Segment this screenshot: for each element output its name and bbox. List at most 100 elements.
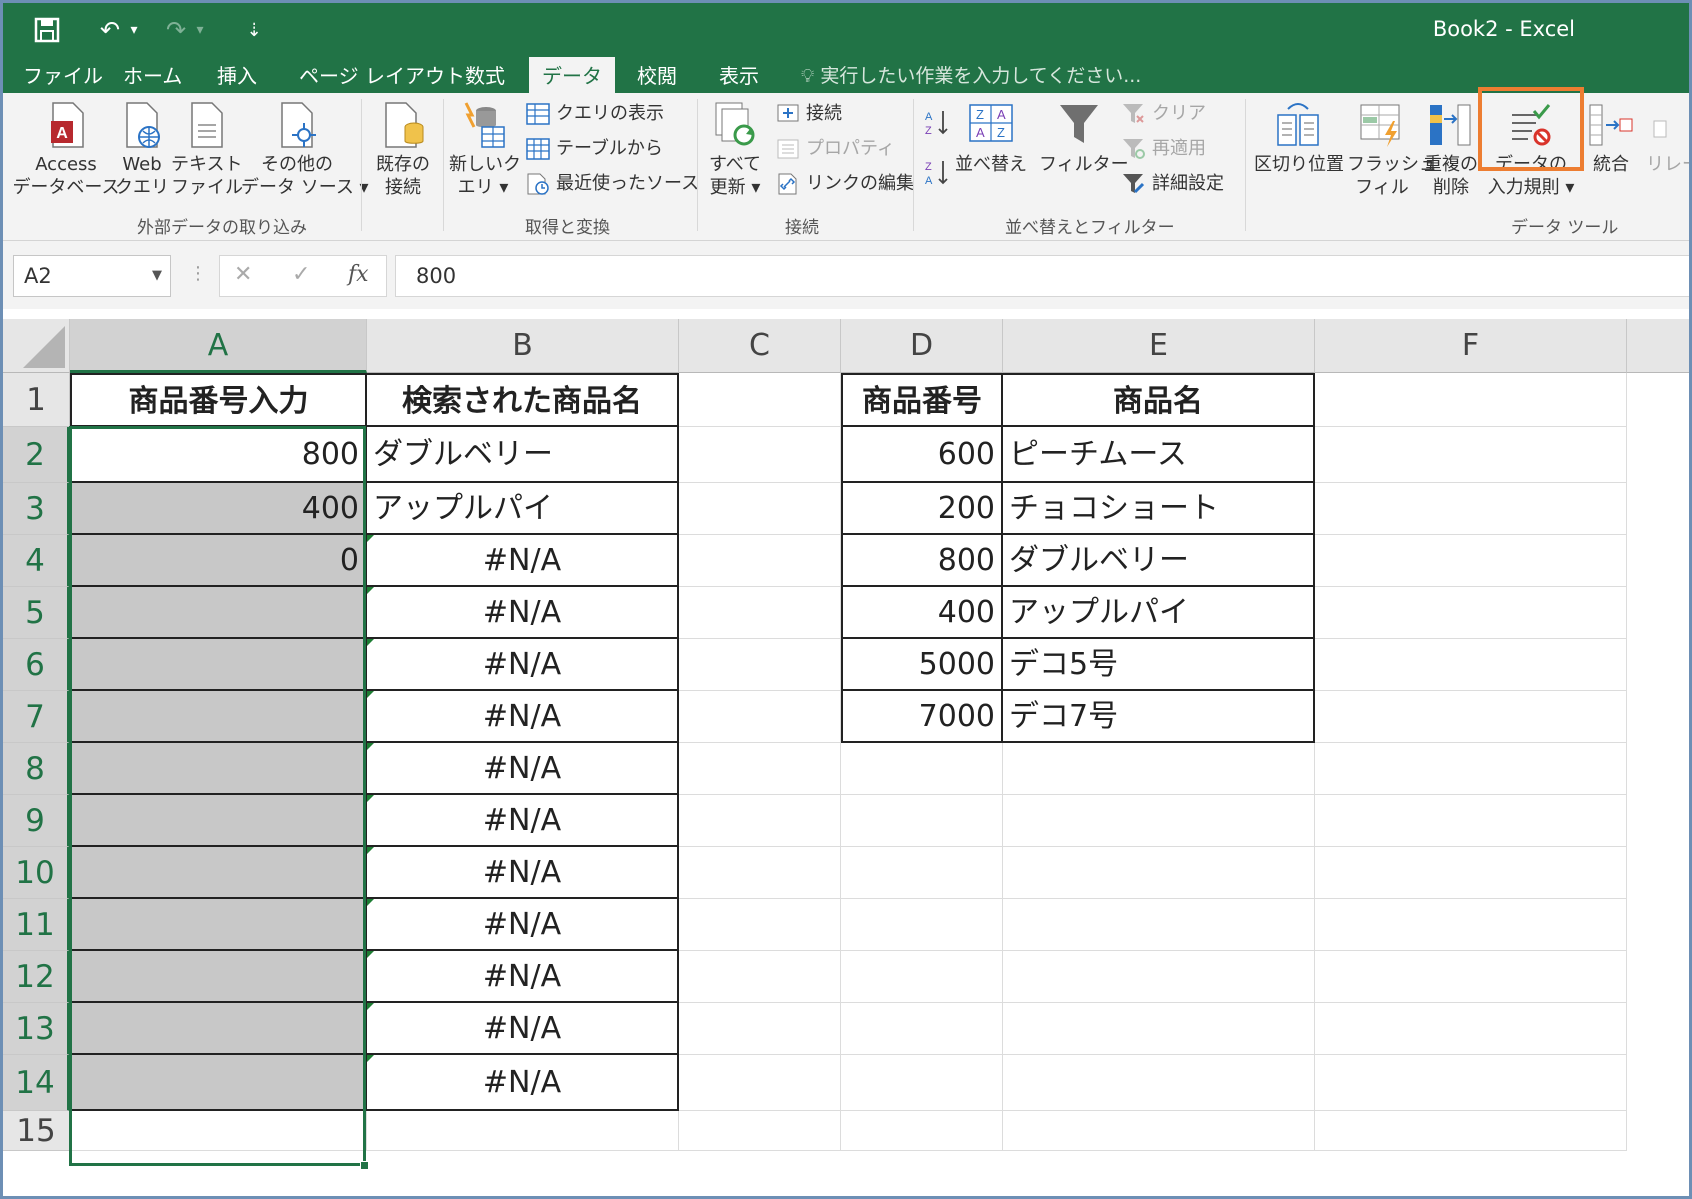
cell-e7[interactable]: デコ7号 bbox=[1003, 691, 1315, 743]
cell[interactable] bbox=[679, 951, 841, 1003]
row-header-13[interactable]: 13 bbox=[3, 1003, 70, 1055]
cell-b11[interactable]: #N/A bbox=[367, 899, 679, 951]
cell[interactable] bbox=[1315, 1055, 1627, 1111]
cell-e3[interactable]: チョコショート bbox=[1003, 483, 1315, 535]
cell[interactable] bbox=[841, 951, 1003, 1003]
cell[interactable] bbox=[841, 847, 1003, 899]
cell-e6[interactable]: デコ5号 bbox=[1003, 639, 1315, 691]
cell[interactable] bbox=[841, 795, 1003, 847]
web-query-button[interactable]: Web クエリ bbox=[113, 101, 171, 199]
formula-input[interactable]: 800 bbox=[395, 255, 1689, 297]
cell[interactable] bbox=[841, 899, 1003, 951]
row-header-11[interactable]: 11 bbox=[3, 899, 70, 951]
column-header-d[interactable]: D bbox=[841, 319, 1003, 373]
cell-a3[interactable]: 400 bbox=[70, 483, 367, 535]
reapply-button[interactable]: 再適用 bbox=[1121, 134, 1206, 164]
other-sources-button[interactable]: その他の データ ソース ▾ bbox=[241, 101, 369, 199]
column-header-b[interactable]: B bbox=[367, 319, 679, 373]
column-header-f[interactable]: F bbox=[1315, 319, 1627, 373]
row-header-15[interactable]: 15 bbox=[3, 1111, 70, 1151]
new-query-button[interactable]: 新しいク エリ ▾ bbox=[449, 101, 521, 199]
redo-dropdown-icon[interactable]: ▾ bbox=[191, 13, 209, 47]
cell-d4[interactable]: 800 bbox=[841, 535, 1003, 587]
cell[interactable] bbox=[1315, 639, 1627, 691]
cell[interactable] bbox=[841, 1111, 1003, 1151]
cell[interactable] bbox=[1315, 427, 1627, 483]
existing-connections-button[interactable]: 既存の 接続 bbox=[367, 101, 439, 199]
cell-a14[interactable] bbox=[70, 1055, 367, 1111]
cell-b9[interactable]: #N/A bbox=[367, 795, 679, 847]
cell-b8[interactable]: #N/A bbox=[367, 743, 679, 795]
error-indicator-icon[interactable] bbox=[367, 639, 374, 646]
cell[interactable] bbox=[1003, 1055, 1315, 1111]
cell-a11[interactable] bbox=[70, 899, 367, 951]
cell-b13[interactable]: #N/A bbox=[367, 1003, 679, 1055]
tab-insert[interactable]: 挿入 bbox=[211, 59, 263, 93]
cell-a5[interactable] bbox=[70, 587, 367, 639]
cell[interactable] bbox=[1315, 535, 1627, 587]
error-indicator-icon[interactable] bbox=[367, 795, 374, 802]
text-file-button[interactable]: テキスト ファイル bbox=[171, 101, 243, 199]
cell[interactable] bbox=[1003, 795, 1315, 847]
row-header-5[interactable]: 5 bbox=[3, 587, 70, 639]
redo-icon[interactable]: ↷ bbox=[161, 13, 191, 47]
row-header-4[interactable]: 4 bbox=[3, 535, 70, 587]
error-indicator-icon[interactable] bbox=[367, 587, 374, 594]
cell-d3[interactable]: 200 bbox=[841, 483, 1003, 535]
properties-button[interactable]: プロパティ bbox=[775, 134, 895, 164]
row-header-2[interactable]: 2 bbox=[3, 427, 70, 483]
cell[interactable] bbox=[1003, 899, 1315, 951]
cell[interactable] bbox=[679, 847, 841, 899]
cell[interactable] bbox=[1315, 587, 1627, 639]
cell[interactable] bbox=[679, 373, 841, 427]
cell-a13[interactable] bbox=[70, 1003, 367, 1055]
cell-e1[interactable]: 商品名 bbox=[1003, 373, 1315, 427]
column-header-g[interactable] bbox=[1627, 319, 1689, 373]
cell[interactable] bbox=[679, 743, 841, 795]
tab-data[interactable]: データ bbox=[529, 57, 615, 93]
cell-e5[interactable]: アップルパイ bbox=[1003, 587, 1315, 639]
cell-a4[interactable]: 0 bbox=[70, 535, 367, 587]
cell-d6[interactable]: 5000 bbox=[841, 639, 1003, 691]
row-header-6[interactable]: 6 bbox=[3, 639, 70, 691]
cancel-icon[interactable]: ✕ bbox=[234, 262, 252, 287]
cell[interactable] bbox=[841, 1003, 1003, 1055]
consolidate-button[interactable]: 統合 bbox=[1581, 101, 1641, 176]
error-indicator-icon[interactable] bbox=[367, 899, 374, 906]
cell[interactable] bbox=[679, 691, 841, 743]
error-indicator-icon[interactable] bbox=[367, 951, 374, 958]
chevron-down-icon[interactable]: ▼ bbox=[152, 256, 162, 296]
cell-e4[interactable]: ダブルベリー bbox=[1003, 535, 1315, 587]
connections-button[interactable]: 接続 bbox=[775, 99, 842, 129]
cell-b7[interactable]: #N/A bbox=[367, 691, 679, 743]
edit-links-button[interactable]: リンクの編集 bbox=[775, 169, 914, 199]
cell[interactable] bbox=[1315, 847, 1627, 899]
cell[interactable] bbox=[679, 795, 841, 847]
cell[interactable] bbox=[1315, 899, 1627, 951]
clear-filter-button[interactable]: クリア bbox=[1121, 99, 1206, 129]
access-database-button[interactable]: A Access データベース bbox=[11, 101, 121, 199]
text-to-columns-button[interactable]: 区切り位置 bbox=[1253, 101, 1345, 176]
sort-asc-button[interactable]: AZ bbox=[923, 107, 958, 137]
cell[interactable] bbox=[367, 1111, 679, 1151]
undo-dropdown-icon[interactable]: ▾ bbox=[125, 13, 143, 47]
sort-desc-button[interactable]: ZA bbox=[923, 157, 958, 187]
error-indicator-icon[interactable] bbox=[367, 1003, 374, 1010]
cell[interactable] bbox=[1003, 847, 1315, 899]
cell[interactable] bbox=[1003, 743, 1315, 795]
cell[interactable] bbox=[1003, 1111, 1315, 1151]
column-header-e[interactable]: E bbox=[1003, 319, 1315, 373]
advanced-filter-button[interactable]: 詳細設定 bbox=[1121, 169, 1224, 199]
relationships-button[interactable]: リレー bbox=[1643, 101, 1689, 176]
save-icon[interactable] bbox=[29, 13, 65, 47]
cell[interactable] bbox=[679, 639, 841, 691]
row-header-9[interactable]: 9 bbox=[3, 795, 70, 847]
error-indicator-icon[interactable] bbox=[367, 535, 374, 542]
cell-b5[interactable]: #N/A bbox=[367, 587, 679, 639]
error-indicator-icon[interactable] bbox=[367, 847, 374, 854]
fill-handle[interactable] bbox=[360, 1161, 369, 1170]
cell[interactable] bbox=[679, 587, 841, 639]
tab-formulas[interactable]: 数式 bbox=[459, 59, 511, 93]
show-queries-button[interactable]: クエリの表示 bbox=[525, 99, 664, 129]
tab-file[interactable]: ファイル bbox=[17, 59, 109, 93]
